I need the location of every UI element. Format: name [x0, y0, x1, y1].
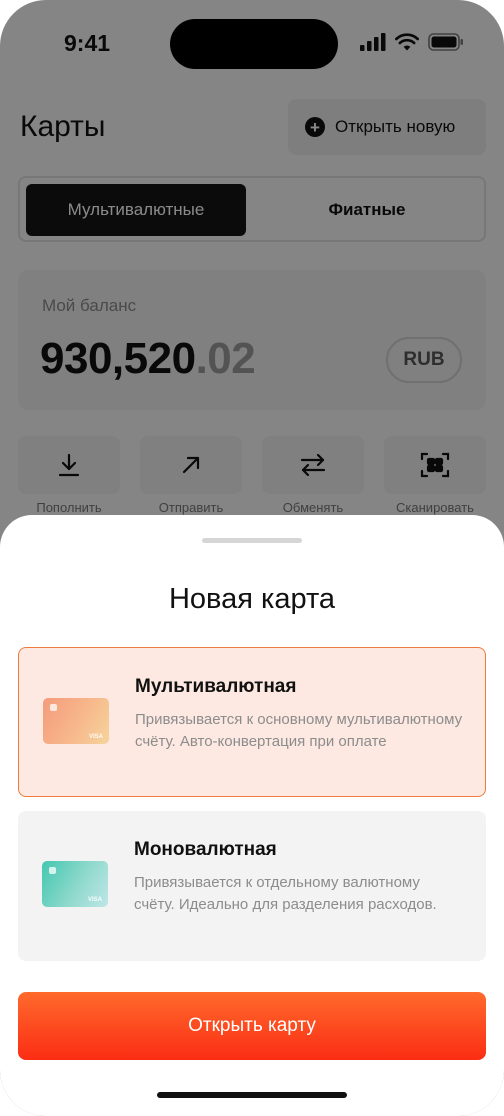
card-chip-icon	[49, 867, 56, 874]
card-chip-icon	[50, 704, 57, 711]
visa-logo: VISA	[87, 897, 102, 903]
sheet-grabber[interactable]	[202, 538, 302, 543]
option-multicurrency-description: Привязывается к основному мультивалютном…	[135, 711, 463, 750]
option-monocurrency-title: Моновалютная	[134, 839, 277, 860]
option-monocurrency-description: Привязывается к отдельному валютному счё…	[134, 874, 437, 913]
home-indicator[interactable]	[157, 1092, 347, 1098]
app-screen: 9:41 Карты + Открыть новую Мультивалютны…	[0, 0, 504, 1116]
visa-logo: VISA	[88, 734, 103, 740]
sheet-title: Новая карта	[168, 583, 336, 615]
open-card-button[interactable]: Открыть карту	[18, 992, 486, 1060]
option-multicurrency-title: Мультивалютная	[135, 676, 297, 697]
option-multicurrency[interactable]: VISA Мультивалютная Привязывается к осно…	[18, 647, 486, 797]
monocurrency-card-icon: VISA	[42, 861, 108, 907]
option-monocurrency[interactable]: VISA Моновалютная Привязывается к отдель…	[18, 811, 486, 961]
multicurrency-card-icon: VISA	[43, 698, 109, 744]
new-card-sheet: Новая карта VISA Мультивалютная Привязыв…	[0, 515, 504, 1116]
